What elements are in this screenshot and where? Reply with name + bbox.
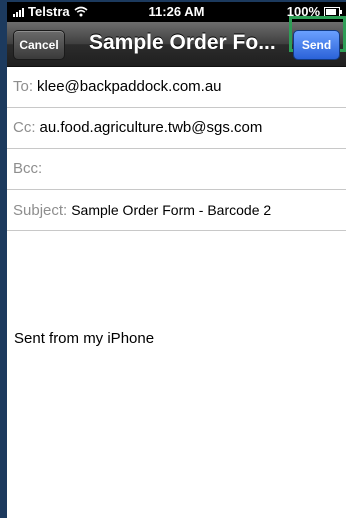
cc-field[interactable]: Cc: au.food.agriculture.twb@sgs.com: [7, 108, 346, 149]
mail-compose-screen: Telstra 11:26 AM 100% Cancel Sample Orde…: [7, 2, 346, 518]
bcc-field[interactable]: Bcc:: [7, 149, 346, 190]
bcc-label: Bcc:: [13, 160, 43, 177]
cancel-button[interactable]: Cancel: [13, 30, 65, 60]
cc-label: Cc:: [13, 119, 36, 136]
page-title: Sample Order Fo...: [89, 31, 276, 54]
to-field[interactable]: To: klee@backpaddock.com.au: [7, 67, 346, 108]
battery-icon: [324, 6, 342, 17]
subject-field[interactable]: Subject: Sample Order Form - Barcode 2: [7, 190, 346, 231]
send-button[interactable]: Send: [293, 30, 340, 60]
cc-value[interactable]: au.food.agriculture.twb@sgs.com: [40, 119, 263, 136]
subject-label: Subject:: [13, 202, 68, 219]
subject-value[interactable]: Sample Order Form - Barcode 2: [71, 202, 271, 218]
to-value[interactable]: klee@backpaddock.com.au: [37, 78, 222, 95]
to-label: To:: [13, 78, 34, 95]
message-body[interactable]: Sent from my iPhone: [14, 330, 154, 347]
